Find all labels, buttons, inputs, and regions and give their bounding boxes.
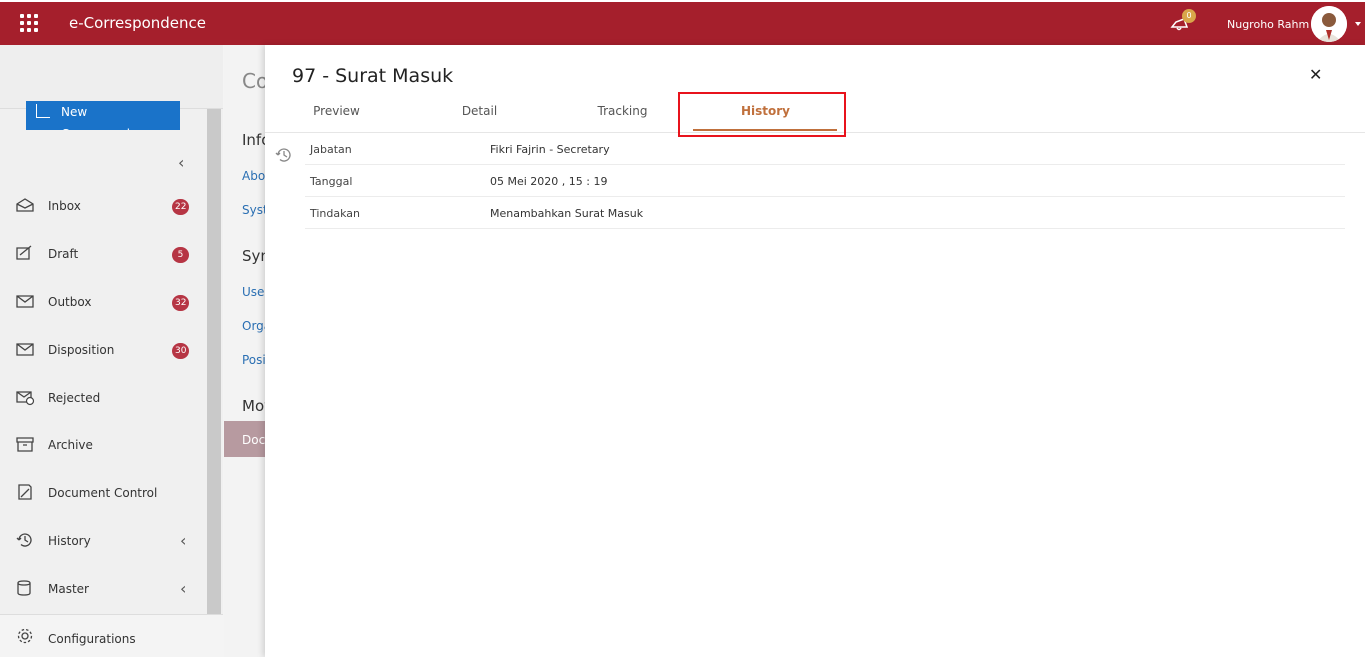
history-icon — [275, 148, 291, 162]
expand-chevron-icon[interactable]: ‹ — [180, 531, 186, 550]
tab-detail[interactable]: Detail — [408, 104, 551, 118]
sidebar-item-label: Draft — [48, 247, 79, 261]
sidebar-item-label: History — [48, 534, 91, 548]
sidebar-item-inbox[interactable]: Inbox 22 — [0, 186, 205, 226]
gear-icon — [17, 628, 33, 644]
sidebar-item-label: Archive — [48, 438, 93, 452]
inbox-icon — [16, 198, 34, 212]
apps-grid-icon[interactable] — [20, 14, 38, 32]
rejected-icon — [16, 391, 35, 406]
sidebar-scrollbar[interactable] — [207, 109, 221, 614]
close-icon[interactable]: ✕ — [1309, 65, 1322, 84]
sidebar-item-history[interactable]: History ‹ — [0, 521, 205, 561]
history-row: Tindakan Menambahkan Surat Masuk — [305, 197, 1345, 229]
sidebar-item-label: Inbox — [48, 199, 81, 213]
expand-chevron-icon[interactable]: ‹ — [180, 579, 186, 598]
disposition-icon — [16, 343, 34, 356]
history-value: Fikri Fajrin - Secretary — [490, 143, 610, 156]
collapse-sidebar-icon[interactable]: ‹ — [178, 153, 184, 172]
sidebar-item-label: Rejected — [48, 391, 101, 405]
history-value: Menambahkan Surat Masuk — [490, 207, 644, 220]
history-key: Tanggal — [310, 175, 353, 188]
notification-badge: 0 — [1182, 9, 1196, 23]
sidebar-item-configurations[interactable]: Configurations — [0, 614, 223, 657]
drawer-title: 97 - Surat Masuk — [292, 65, 454, 87]
sidebar-item-disposition[interactable]: Disposition 30 — [0, 330, 205, 370]
detail-drawer: 97 - Surat Masuk ✕ Preview Detail Tracki… — [265, 45, 1365, 657]
sidebar-item-label: Master — [48, 582, 89, 596]
history-row: Jabatan Fikri Fajrin - Secretary — [305, 133, 1345, 165]
app-title: e-Correspondence — [69, 14, 207, 32]
master-icon — [17, 580, 31, 596]
sidebar-item-archive[interactable]: Archive — [0, 425, 205, 465]
sidebar: New Correspondence ‹ Inbox 22 Draft 5 Ou… — [0, 45, 223, 657]
new-document-icon — [36, 104, 50, 118]
history-key: Jabatan — [310, 143, 352, 156]
inbox-count-badge: 22 — [172, 199, 190, 215]
history-icon — [16, 533, 32, 547]
tab-tracking[interactable]: Tracking — [551, 104, 694, 118]
history-value: 05 Mei 2020 , 15 : 19 — [490, 175, 608, 188]
tab-preview[interactable]: Preview — [265, 104, 408, 118]
sidebar-header — [0, 45, 223, 109]
draft-icon — [16, 245, 32, 260]
history-tab-highlight — [678, 92, 846, 137]
sidebar-item-label: Disposition — [48, 343, 115, 357]
new-correspondence-label: New Correspondence — [61, 105, 159, 130]
sidebar-item-outbox[interactable]: Outbox 32 — [0, 282, 205, 322]
outbox-count-badge: 32 — [172, 295, 190, 311]
archive-icon — [16, 437, 34, 452]
top-bar: e-Correspondence 0 Nugroho Rahm — [0, 0, 1365, 45]
user-menu-caret-icon[interactable] — [1355, 22, 1361, 26]
document-control-icon — [18, 484, 32, 500]
sidebar-item-document-control[interactable]: Document Control — [0, 473, 205, 513]
sidebar-item-label: Document Control — [48, 486, 158, 500]
outbox-icon — [16, 295, 34, 308]
draft-count-badge: 5 — [172, 247, 189, 263]
history-row: Tanggal 05 Mei 2020 , 15 : 19 — [305, 165, 1345, 197]
new-correspondence-button[interactable]: New Correspondence — [26, 101, 180, 130]
sidebar-item-draft[interactable]: Draft 5 — [0, 234, 205, 274]
sidebar-item-master[interactable]: Master ‹ — [0, 569, 205, 609]
sidebar-item-rejected[interactable]: Rejected — [0, 378, 205, 418]
user-name[interactable]: Nugroho Rahm — [1227, 18, 1309, 31]
sidebar-item-label: Configurations — [48, 632, 136, 646]
disposition-count-badge: 30 — [172, 343, 190, 359]
avatar[interactable] — [1311, 6, 1347, 42]
sidebar-item-label: Outbox — [48, 295, 92, 309]
history-key: Tindakan — [310, 207, 361, 220]
